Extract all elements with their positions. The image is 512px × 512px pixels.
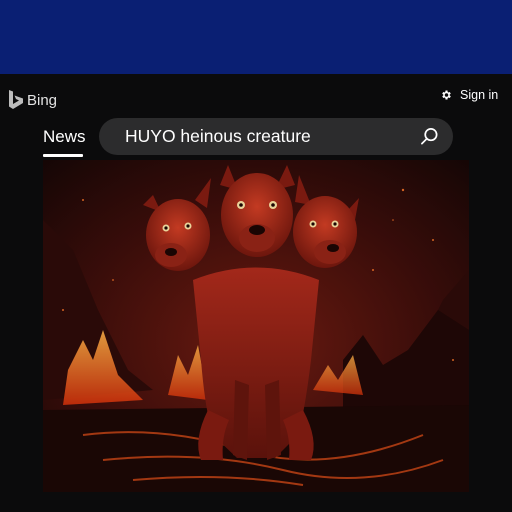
sign-in-label: Sign in <box>460 88 499 102</box>
search-box[interactable]: HUYO heinous creature <box>99 118 453 155</box>
search-icon[interactable] <box>420 127 439 151</box>
bing-logo[interactable]: Bing <box>8 88 57 112</box>
gear-icon[interactable] <box>440 89 452 101</box>
search-input[interactable]: HUYO heinous creature <box>125 126 311 147</box>
bing-logo-text: Bing <box>27 91 58 109</box>
sign-in-button[interactable]: Sign in <box>440 87 498 103</box>
active-tab-indicator <box>43 154 83 157</box>
top-banner <box>0 0 512 74</box>
tab-news[interactable]: News <box>43 127 86 147</box>
result-image[interactable] <box>43 160 469 492</box>
bing-logo-icon <box>8 89 24 111</box>
